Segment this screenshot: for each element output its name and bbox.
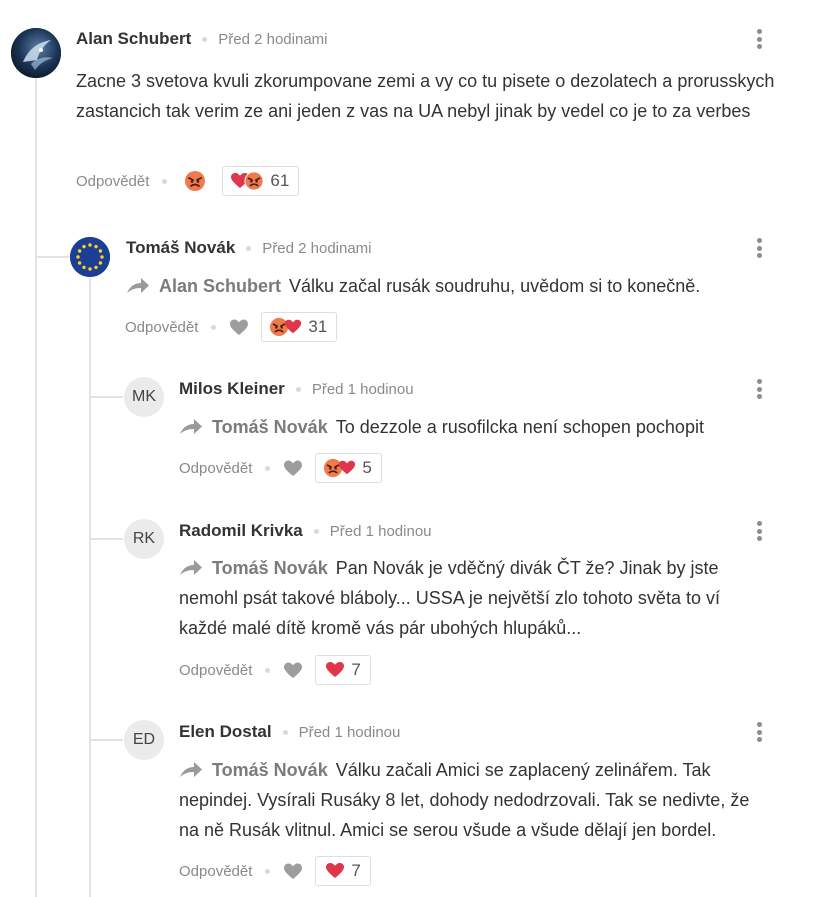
comment-elen-dostal: ED Elen Dostal Před 1 hodinou Tomáš Nová… — [0, 0, 821, 897]
avatar-initials: ED — [132, 731, 156, 748]
avatar[interactable]: ED — [124, 720, 164, 760]
comment-text-block: Tomáš Novák Válku začali Amici se zaplace… — [179, 755, 774, 845]
comment-actions: Odpovědět 7 — [179, 856, 371, 886]
reply-button[interactable]: Odpovědět — [179, 863, 252, 880]
like-button[interactable] — [283, 862, 303, 880]
comment-header: Elen Dostal Před 1 hodinou — [179, 721, 400, 743]
reply-arrow-icon — [180, 762, 202, 777]
reaction-count: 7 — [351, 861, 361, 880]
header-separator — [282, 729, 288, 735]
reaction-summary[interactable]: 7 — [315, 856, 371, 886]
author-name[interactable]: Elen Dostal — [179, 722, 272, 742]
heart-icon — [326, 863, 345, 878]
reply-to-author[interactable]: Tomáš Novák — [212, 760, 328, 780]
actions-separator — [265, 868, 271, 874]
more-options-icon[interactable] — [749, 720, 769, 744]
timestamp: Před 1 hodinou — [298, 723, 401, 741]
heart-outline-icon — [284, 863, 303, 879]
